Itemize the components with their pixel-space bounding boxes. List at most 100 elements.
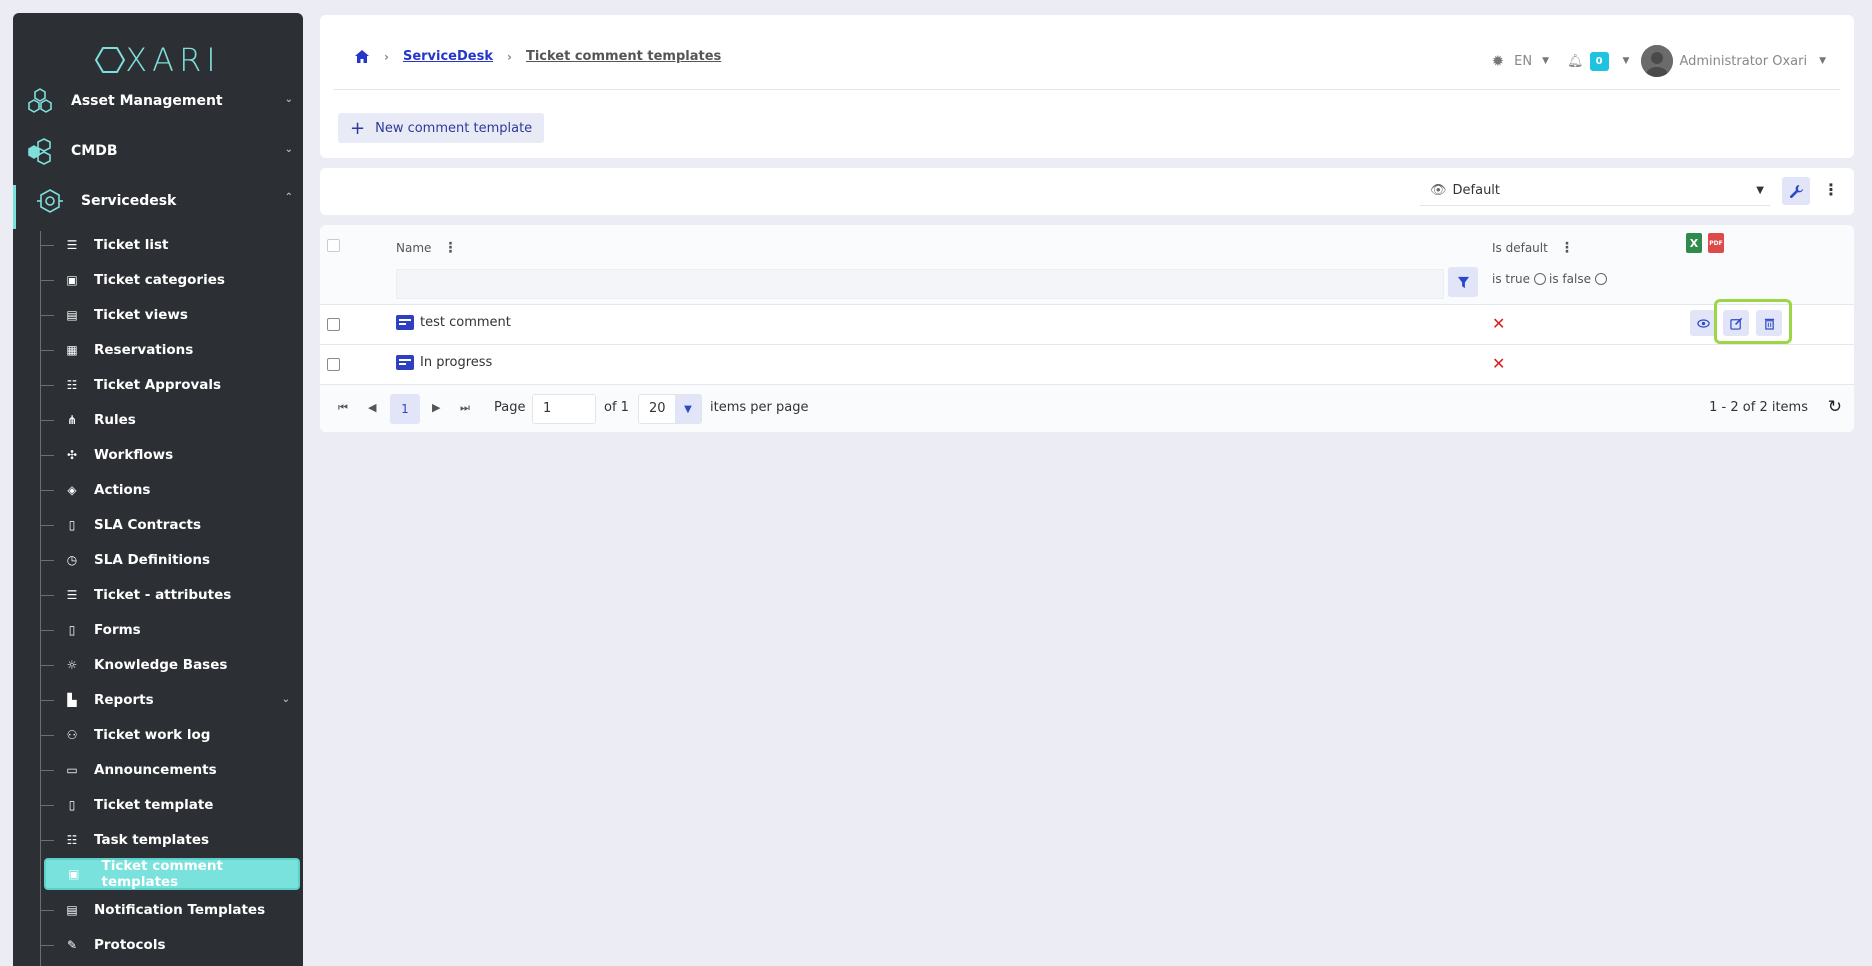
next-page-icon[interactable]: ▶ bbox=[432, 401, 440, 414]
sidebar-item-label: Rules bbox=[94, 411, 136, 428]
user-name[interactable]: Administrator Oxari bbox=[1679, 54, 1807, 69]
notification-badge[interactable]: 0 bbox=[1589, 51, 1609, 71]
header-tools: ✹ EN ▼ 🔔︎ 0 ▼ Administrator Oxari ▼ bbox=[1492, 45, 1826, 77]
view-button[interactable] bbox=[1690, 310, 1716, 336]
view-selector[interactable]: 👁︎ Default ▼ bbox=[1420, 176, 1770, 206]
bell-icon[interactable]: 🔔︎ bbox=[1567, 54, 1584, 69]
more-options-icon[interactable]: ⋮ bbox=[1823, 180, 1839, 199]
breadcrumb-servicedesk[interactable]: ServiceDesk bbox=[403, 49, 493, 64]
sidebar-item-label: Asset Management bbox=[71, 93, 223, 109]
tree-connector bbox=[40, 734, 54, 736]
per-page-select[interactable]: 20 ▼ bbox=[638, 394, 702, 424]
list-icon: ☰ bbox=[66, 237, 78, 252]
sidebar-item-notification-templates[interactable]: ▤ Notification Templates bbox=[40, 892, 300, 927]
page-input[interactable]: 1 bbox=[532, 394, 596, 424]
sidebar-item-asset-management[interactable]: Asset Management ⌄ bbox=[13, 76, 303, 126]
excel-export-icon[interactable]: X bbox=[1686, 233, 1702, 253]
column-menu-icon[interactable]: ⋮ bbox=[443, 240, 457, 256]
breadcrumb-separator: › bbox=[384, 49, 389, 64]
header-card: › ServiceDesk › Ticket comment templates… bbox=[320, 15, 1854, 158]
sidebar-item-ticket-work-log[interactable]: ⚇ Ticket work log bbox=[40, 717, 300, 752]
filter-button[interactable] bbox=[1448, 267, 1478, 297]
sidebar-item-label: SLA Definitions bbox=[94, 551, 211, 568]
sidebar-item-sla-contracts[interactable]: ▯ SLA Contracts bbox=[40, 507, 300, 542]
sidebar-item-forms[interactable]: ▯ Forms bbox=[40, 612, 300, 647]
pdf-export-icon[interactable]: PDF bbox=[1708, 233, 1724, 253]
workflow-icon: ✣ bbox=[66, 447, 78, 462]
eye-icon: 👁︎ bbox=[1430, 183, 1447, 198]
column-header-name[interactable]: Name ⋮ bbox=[396, 240, 457, 256]
sidebar-item-label: Reservations bbox=[94, 341, 194, 358]
last-page-icon[interactable]: ⏭ bbox=[460, 401, 470, 415]
document-icon: ▯ bbox=[68, 797, 76, 812]
document-icon: ▯ bbox=[68, 622, 76, 637]
sidebar-item-task-templates[interactable]: ☷ Task templates bbox=[40, 822, 300, 857]
molecule-icon bbox=[28, 88, 52, 113]
tree-connector bbox=[40, 664, 54, 666]
sidebar-item-workflows[interactable]: ✣ Workflows bbox=[40, 437, 300, 472]
view-settings-button[interactable] bbox=[1782, 177, 1810, 205]
row-name: In progress bbox=[396, 355, 492, 370]
servicedesk-icon bbox=[37, 189, 63, 213]
actions-icon: ◈ bbox=[67, 482, 77, 497]
name-filter-input[interactable] bbox=[396, 269, 1444, 299]
sidebar-item-actions[interactable]: ◈ Actions bbox=[40, 472, 300, 507]
row-checkbox[interactable] bbox=[327, 358, 340, 371]
sidebar-item-servicedesk[interactable]: Servicedesk ⌃ bbox=[13, 176, 303, 226]
delete-button[interactable] bbox=[1756, 310, 1782, 336]
sidebar-item-rules[interactable]: ⋔ Rules bbox=[40, 402, 300, 437]
chevron-down-icon[interactable]: ▼ bbox=[1819, 56, 1826, 66]
sidebar-item-cmdb[interactable]: CMDB ⌄ bbox=[13, 126, 303, 176]
table-row[interactable]: In progress ✕ bbox=[320, 345, 1854, 385]
tree-connector bbox=[40, 839, 54, 841]
column-menu-icon[interactable]: ⋮ bbox=[1560, 240, 1574, 256]
sidebar-item-reports[interactable]: ▙ Reports ⌄ bbox=[40, 682, 300, 717]
sidebar-item-label: SLA Contracts bbox=[94, 516, 201, 533]
sidebar-item-announcements[interactable]: ▭ Announcements bbox=[40, 752, 300, 787]
sidebar-item-sla-definitions[interactable]: ◷ SLA Definitions bbox=[40, 542, 300, 577]
false-icon: ✕ bbox=[1492, 354, 1506, 373]
language-selector[interactable]: EN bbox=[1514, 54, 1532, 69]
table-row[interactable]: test comment ✕ bbox=[320, 299, 1854, 345]
sidebar-item-label: Reports bbox=[94, 691, 154, 708]
user-clock-icon: ⚇ bbox=[66, 727, 78, 742]
page-number-button[interactable]: 1 bbox=[390, 394, 420, 424]
tree-connector bbox=[40, 524, 54, 526]
column-header-is-default[interactable]: Is default ⋮ bbox=[1492, 240, 1574, 256]
is-false-radio[interactable] bbox=[1594, 273, 1607, 285]
sidebar-item-reservations[interactable]: ▦ Reservations bbox=[40, 332, 300, 367]
sidebar-item-ticket-list[interactable]: ☰ Ticket list bbox=[40, 227, 300, 262]
sidebar-item-ticket-views[interactable]: ▤ Ticket views bbox=[40, 297, 300, 332]
sidebar-item-ticket-comment-templates[interactable]: ▣ Ticket comment templates bbox=[44, 858, 300, 890]
sidebar-item-protocols[interactable]: ✎ Protocols bbox=[40, 927, 300, 962]
chevron-down-icon[interactable]: ▼ bbox=[1542, 56, 1549, 66]
sidebar-item-ticket-approvals[interactable]: ☷ Ticket Approvals bbox=[40, 367, 300, 402]
stopwatch-icon: ◷ bbox=[66, 552, 78, 567]
sidebar-item-ticket-categories[interactable]: ▣ Ticket categories bbox=[40, 262, 300, 297]
breadcrumb-current[interactable]: Ticket comment templates bbox=[526, 49, 721, 64]
tree-connector bbox=[40, 804, 54, 806]
row-checkbox[interactable] bbox=[327, 318, 340, 331]
avatar[interactable] bbox=[1641, 45, 1674, 77]
chevron-down-icon[interactable]: ▼ bbox=[1623, 56, 1630, 66]
comment-template-icon bbox=[396, 355, 414, 370]
sidebar-item-ticket-attributes[interactable]: ☰ Ticket - attributes bbox=[40, 577, 300, 612]
column-name-label: Name bbox=[396, 241, 432, 255]
sidebar-item-knowledge-bases[interactable]: ☼ Knowledge Bases bbox=[40, 647, 300, 682]
sidebar-item-ticket-template[interactable]: ▯ Ticket template bbox=[40, 787, 300, 822]
first-page-icon[interactable]: ⏮ bbox=[338, 401, 348, 415]
tree-connector bbox=[40, 384, 54, 386]
prev-page-icon[interactable]: ◀ bbox=[368, 401, 376, 414]
sidebar-item-label: Ticket - attributes bbox=[94, 586, 232, 603]
home-icon[interactable] bbox=[354, 49, 370, 64]
select-all-checkbox[interactable] bbox=[327, 239, 340, 252]
is-true-radio[interactable] bbox=[1534, 273, 1547, 285]
refresh-icon[interactable]: ↻ bbox=[1828, 397, 1842, 417]
chevron-up-icon: ⌃ bbox=[284, 192, 293, 203]
sidebar-item-label: Knowledge Bases bbox=[94, 656, 228, 673]
edit-button[interactable] bbox=[1723, 310, 1749, 336]
new-comment-template-button[interactable]: + New comment template bbox=[338, 113, 545, 143]
chevron-down-icon: ⌄ bbox=[284, 144, 293, 155]
theme-toggle-icon[interactable]: ✹ bbox=[1492, 52, 1505, 70]
of-pages-label: of 1 bbox=[604, 400, 629, 415]
